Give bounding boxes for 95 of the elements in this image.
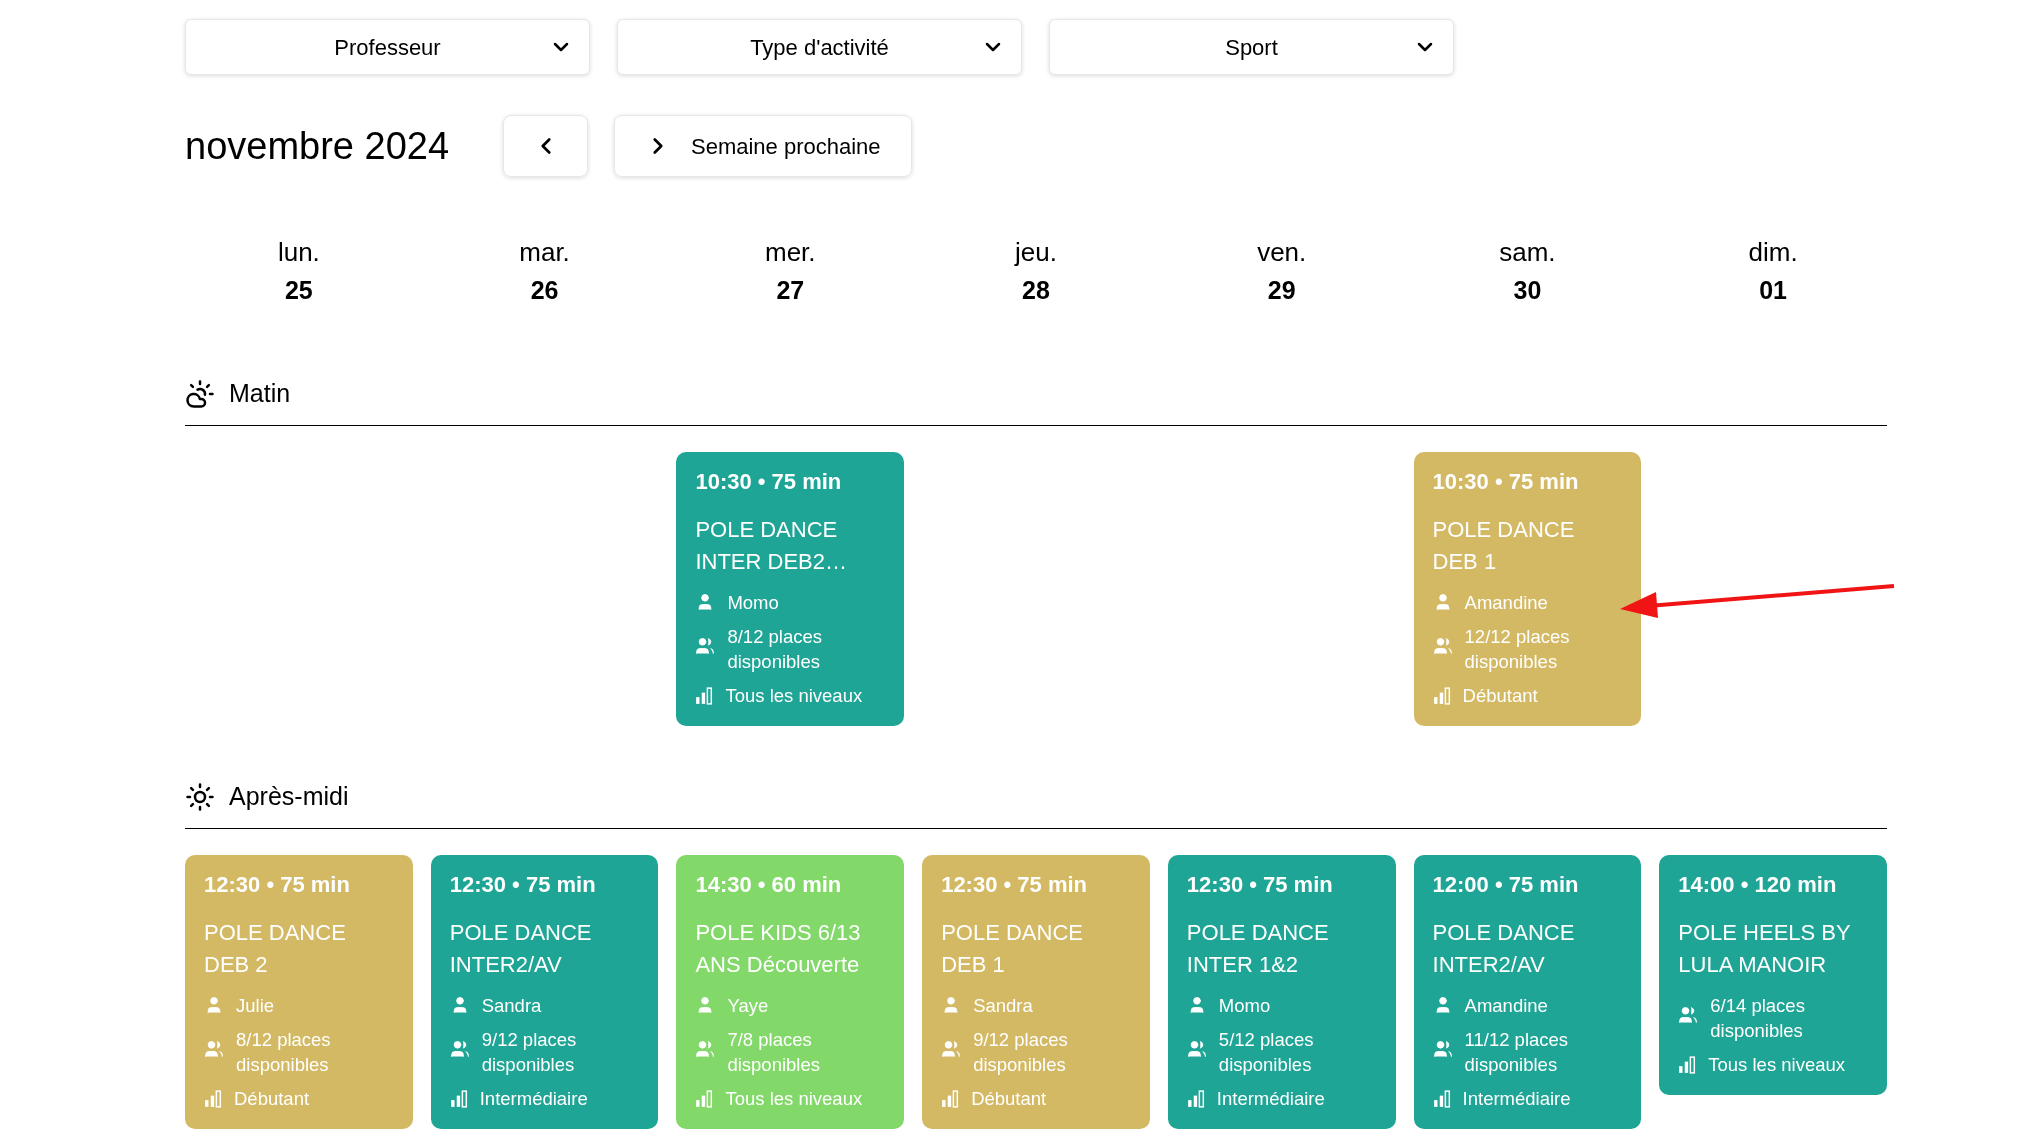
class-level: Tous les niveaux (1708, 1053, 1846, 1077)
class-time: 12:30 • 75 min (1186, 871, 1334, 899)
class-level: Débutant (1462, 684, 1538, 708)
class-time: 12:30 • 75 min (204, 871, 351, 899)
class-level: Intermédiaire (479, 1087, 588, 1111)
class-title: POLE DANCE INTER2/AV (1432, 919, 1576, 979)
level-bars-icon (941, 1090, 960, 1108)
class-level: Tous les niveaux (725, 684, 863, 708)
day-number: 25 (284, 275, 313, 305)
weekday-label: mer. (765, 237, 816, 267)
section-title: Après-midi (229, 781, 349, 813)
day-number: 26 (530, 275, 559, 305)
class-title: POLE DANCE DEB 1 (1432, 516, 1576, 576)
day-number: 27 (776, 275, 805, 305)
weekday-label: jeu. (1015, 237, 1057, 267)
filter-dropdown[interactable]: Type d'activité (617, 19, 1022, 75)
class-card[interactable]: 12:30 • 75 min POLE DANCE INTER2/AV Sandra 9/12 places disponibles Intermédiaire (430, 855, 659, 1129)
people-icon (449, 1039, 470, 1059)
people-icon (695, 636, 716, 656)
places-available: 11/12 places disponibles (1464, 1028, 1570, 1077)
class-time: 12:30 • 75 min (449, 871, 597, 899)
class-title: POLE DANCE DEB 2 (204, 919, 347, 979)
class-level: Intermédiaire (1462, 1087, 1571, 1111)
level-bars-icon (449, 1090, 468, 1108)
people-icon (1432, 1039, 1453, 1059)
people-icon (695, 1039, 716, 1059)
class-time: 14:30 • 60 min (695, 871, 843, 899)
people-icon (941, 1039, 962, 1059)
class-time: 12:00 • 75 min (1432, 871, 1580, 899)
class-time: 10:30 • 75 min (695, 468, 843, 496)
sun-cloud-icon (185, 379, 215, 409)
class-level: Tous les niveaux (725, 1087, 863, 1111)
teacher-name: Momo (727, 591, 779, 615)
level-bars-icon (204, 1090, 222, 1108)
teacher-name: Momo (1218, 994, 1271, 1018)
filter-dropdown[interactable]: Sport (1049, 19, 1454, 75)
places-available: 9/12 places disponibles (481, 1028, 578, 1077)
weekday-label: dim. (1748, 237, 1798, 267)
places-available: 6/14 places disponibles (1710, 994, 1806, 1043)
teacher-name: Yaye (727, 994, 769, 1018)
weekday-label: sam. (1499, 237, 1556, 267)
filter-dropdown[interactable]: Professeur (185, 19, 590, 75)
sun-icon (185, 782, 215, 812)
people-icon (1678, 1005, 1699, 1025)
teacher-name: Amandine (1464, 994, 1548, 1018)
weekday-label: mar. (519, 237, 570, 267)
teacher-name: Amandine (1464, 591, 1548, 615)
class-title: POLE DANCE INTER2/AV (449, 919, 593, 979)
teacher-name: Sandra (973, 994, 1033, 1018)
places-available: 7/8 places disponibles (727, 1028, 821, 1077)
weekday-label: ven. (1257, 237, 1307, 267)
teacher-name: Sandra (481, 994, 542, 1018)
level-bars-icon (695, 687, 714, 705)
level-bars-icon (695, 1090, 714, 1108)
day-number: 01 (1759, 275, 1788, 305)
day-number: 29 (1267, 275, 1296, 305)
class-card[interactable]: 12:30 • 75 min POLE DANCE INTER 1&2 Momo 5/12 places disponibles Intermédiaire (1167, 855, 1396, 1129)
class-title: POLE DANCE DEB 1 (941, 919, 1084, 979)
people-icon (1432, 636, 1453, 656)
day-number: 30 (1513, 275, 1542, 305)
month-title: novembre 2024 (185, 123, 451, 169)
class-card[interactable]: 12:30 • 75 min POLE DANCE DEB 2 Julie 8/12 places disponibles Débutant (185, 855, 413, 1129)
class-card[interactable]: 12:00 • 75 min POLE DANCE INTER2/AV Amandine 11/12 places disponibles Intermédiaire (1413, 855, 1642, 1129)
class-card[interactable]: 10:30 • 75 min POLE DANCE DEB 1 Amandine 12/12 places disponibles Débutant (1413, 452, 1642, 726)
section-title: Matin (229, 378, 291, 410)
level-bars-icon (1186, 1090, 1205, 1108)
class-title: POLE DANCE INTER 1&2 (1186, 919, 1330, 979)
places-available: 5/12 places disponibles (1218, 1028, 1315, 1077)
people-icon (204, 1039, 224, 1059)
next-week-button[interactable]: Semaine prochaine (614, 115, 912, 177)
class-card[interactable]: 14:30 • 60 min POLE KIDS 6/13 ANS Découverte Yaye 7/8 places disponibles Tous les niveaux (676, 855, 905, 1129)
class-title: POLE DANCE INTER DEB2… (695, 516, 848, 576)
people-icon (1186, 1039, 1207, 1059)
teacher-name: Julie (236, 994, 275, 1018)
places-available: 9/12 places disponibles (973, 1028, 1069, 1077)
previous-week-button[interactable] (503, 115, 588, 177)
day-number: 28 (1022, 275, 1050, 305)
class-level: Débutant (971, 1087, 1047, 1111)
level-bars-icon (1678, 1056, 1697, 1074)
class-level: Débutant (234, 1087, 310, 1111)
class-title: POLE KIDS 6/13 ANS Découverte (695, 919, 862, 979)
class-time: 10:30 • 75 min (1432, 468, 1580, 496)
class-card[interactable]: 10:30 • 75 min POLE DANCE INTER DEB2… Momo 8/12 places disponibles Tous les niveaux (676, 452, 905, 726)
level-bars-icon (1432, 1090, 1451, 1108)
class-level: Intermédiaire (1216, 1087, 1325, 1111)
weekday-label: lun. (277, 237, 320, 267)
class-card[interactable]: 14:00 • 120 min POLE HEELS BY LULA MANOIR 6/14 places disponibles Tous les niveaux (1659, 855, 1887, 1095)
places-available: 8/12 places disponibles (727, 625, 824, 674)
places-available: 8/12 places disponibles (236, 1028, 332, 1077)
level-bars-icon (1432, 687, 1451, 705)
class-title: POLE HEELS BY LULA MANOIR (1678, 919, 1852, 979)
class-time: 12:30 • 75 min (941, 871, 1089, 899)
places-available: 12/12 places disponibles (1464, 625, 1571, 674)
class-time: 14:00 • 120 min (1678, 871, 1838, 899)
class-card[interactable]: 12:30 • 75 min POLE DANCE DEB 1 Sandra 9/12 places disponibles Débutant (922, 855, 1150, 1129)
